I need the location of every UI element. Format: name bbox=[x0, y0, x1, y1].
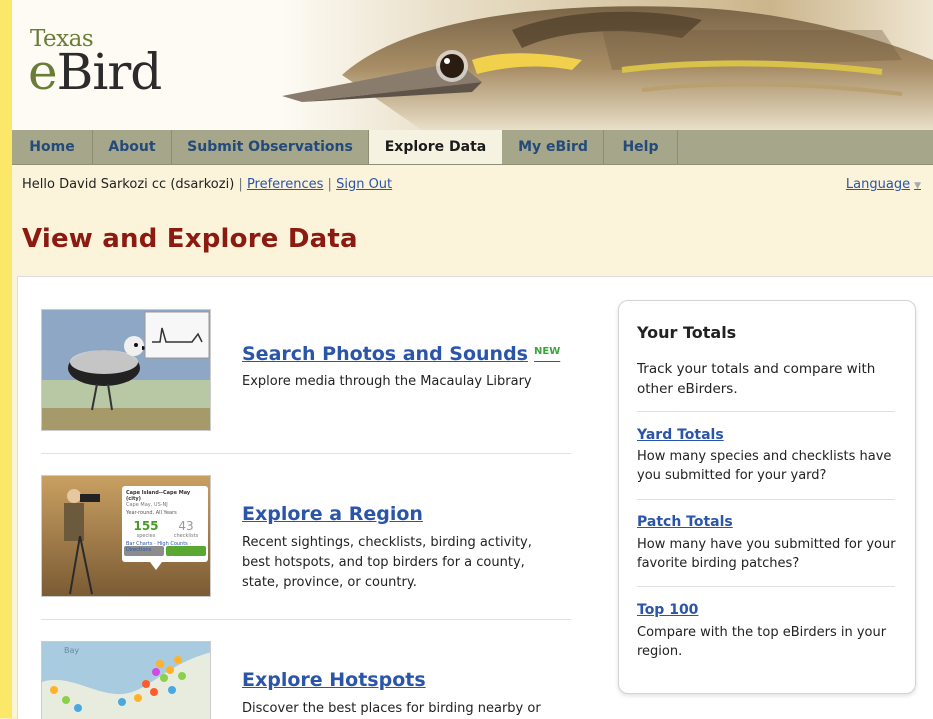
page-title: View and Explore Data bbox=[22, 224, 358, 254]
tab-submit-observations[interactable]: Submit Observations bbox=[172, 130, 369, 164]
logo[interactable]: eBird bbox=[28, 42, 163, 102]
divider bbox=[637, 411, 895, 412]
tab-my-ebird[interactable]: My eBird bbox=[503, 130, 604, 164]
yard-totals-desc: How many species and checklists have you… bbox=[637, 449, 892, 483]
language-label: Language bbox=[845, 177, 911, 192]
tab-about[interactable]: About bbox=[93, 130, 172, 164]
region-card-view: View Details bbox=[170, 556, 202, 562]
search-photos-sounds-desc: Explore media through the Macaulay Libra… bbox=[242, 374, 532, 389]
explore-hotspots-desc: Discover the best places for birding nea… bbox=[242, 701, 541, 716]
explore-hotspots-thumbnail[interactable]: Bay bbox=[41, 641, 211, 719]
shorebird-photo bbox=[42, 310, 210, 430]
your-totals-card: Your Totals Track your totals and compar… bbox=[618, 300, 916, 694]
tab-help[interactable]: Help bbox=[604, 130, 678, 164]
region-card-heading: Cape Island--Cape May (city) bbox=[126, 490, 191, 502]
logo-e: e bbox=[28, 43, 58, 101]
separator: | bbox=[327, 177, 332, 192]
region-card-submit: Submit Data bbox=[130, 556, 162, 562]
explore-region-desc: Recent sightings, checklists, birding ac… bbox=[242, 535, 532, 590]
user-greeting: Hello David Sarkozi cc (dsarkozi) | Pref… bbox=[22, 177, 392, 192]
divider bbox=[41, 453, 571, 454]
search-photos-sounds-link[interactable]: Search Photos and Sounds NEW bbox=[242, 343, 560, 365]
page: Texas eBird Home About Submit Observatio… bbox=[12, 0, 933, 719]
tab-home[interactable]: Home bbox=[12, 130, 93, 164]
chevron-down-icon: ▼ bbox=[914, 181, 921, 191]
bird-header-image bbox=[282, 0, 933, 130]
sign-out-link[interactable]: Sign Out bbox=[336, 177, 392, 192]
top-100-link[interactable]: Top 100 bbox=[637, 602, 698, 618]
checklist-label: checklists bbox=[173, 533, 199, 539]
tab-explore-data[interactable]: Explore Data bbox=[369, 130, 502, 164]
species-count: 155 bbox=[133, 519, 159, 533]
new-badge: NEW bbox=[534, 346, 561, 357]
language-selector[interactable]: Language ▼ bbox=[846, 177, 921, 192]
species-label: species bbox=[136, 533, 156, 539]
patch-totals-link[interactable]: Patch Totals bbox=[637, 514, 733, 530]
explore-hotspots-link[interactable]: Explore Hotspots bbox=[242, 669, 426, 691]
region-card-filter: Year-round, All Years bbox=[126, 510, 177, 516]
checklist-count: 43 bbox=[178, 519, 194, 533]
main-nav: Home About Submit Observations Explore D… bbox=[12, 130, 933, 165]
divider bbox=[41, 619, 571, 620]
explore-region-thumbnail[interactable]: Cape Island--Cape May (city) Cape May, U… bbox=[41, 475, 211, 597]
separator: | bbox=[238, 177, 243, 192]
region-card-links: Bar Charts · High Counts · Directions bbox=[126, 541, 191, 553]
left-edge-stripe bbox=[0, 0, 12, 718]
logo-bird: Bird bbox=[56, 43, 163, 101]
yard-totals-link[interactable]: Yard Totals bbox=[637, 427, 724, 443]
site-banner: Texas eBird bbox=[12, 0, 933, 130]
region-card-sub: Cape May, US-NJ bbox=[126, 502, 168, 508]
region-card-text: Cape Island--Cape May (city) Cape May, U… bbox=[126, 490, 206, 562]
explore-region-link[interactable]: Explore a Region bbox=[242, 503, 423, 525]
map-label: Bay bbox=[64, 646, 80, 655]
divider bbox=[637, 586, 895, 587]
your-totals-title: Your Totals bbox=[637, 323, 737, 342]
photos-sounds-thumbnail[interactable] bbox=[41, 309, 211, 431]
content-panel: Search Photos and Sounds NEW Explore medi… bbox=[17, 276, 933, 719]
top-100-desc: Compare with the top eBirders in your re… bbox=[637, 625, 887, 659]
your-totals-intro: Track your totals and compare with other… bbox=[637, 361, 876, 397]
preferences-link[interactable]: Preferences bbox=[247, 177, 323, 192]
search-photos-sounds-label: Search Photos and Sounds bbox=[242, 343, 528, 365]
greeting-text: Hello David Sarkozi cc (dsarkozi) bbox=[22, 177, 235, 192]
patch-totals-desc: How many have you submitted for your fav… bbox=[637, 537, 896, 571]
divider bbox=[637, 499, 895, 500]
